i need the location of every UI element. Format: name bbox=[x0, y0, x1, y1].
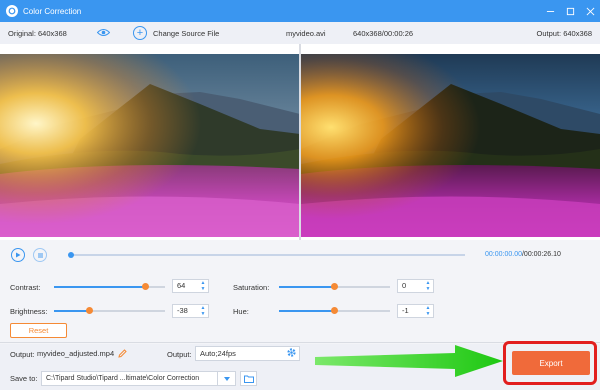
output-format-value: Auto;24fps bbox=[200, 349, 236, 358]
timeline-thumb[interactable] bbox=[68, 252, 74, 258]
preview-area bbox=[0, 44, 600, 240]
save-to-label: Save to: bbox=[10, 374, 38, 383]
brightness-stepper[interactable]: ▲ ▼ bbox=[199, 305, 207, 317]
contrast-value: 64 bbox=[177, 281, 186, 290]
hue-label: Hue: bbox=[233, 307, 249, 316]
output-format-field[interactable]: Auto;24fps bbox=[195, 346, 300, 361]
format-label: Output: bbox=[167, 350, 192, 359]
contrast-slider[interactable] bbox=[54, 283, 165, 290]
caret-down-icon: ▼ bbox=[200, 311, 206, 317]
hue-slider[interactable] bbox=[279, 307, 390, 314]
output-preview bbox=[301, 54, 600, 237]
hue-fill bbox=[279, 310, 335, 312]
saturation-label: Saturation: bbox=[233, 283, 270, 292]
saturation-stepper[interactable]: ▲ ▼ bbox=[424, 280, 432, 292]
output-filename-field[interactable]: myvideo_adjusted.mp4 bbox=[37, 349, 117, 361]
hue-knob[interactable] bbox=[331, 307, 338, 314]
contrast-fill bbox=[54, 286, 146, 288]
contrast-label: Contrast: bbox=[10, 283, 41, 292]
export-button[interactable]: Export bbox=[512, 351, 590, 375]
caret-down-icon: ▼ bbox=[425, 286, 431, 292]
brightness-input[interactable]: -38 ▲ ▼ bbox=[172, 304, 209, 318]
title-bar: Color Correction bbox=[0, 0, 600, 22]
contrast-knob[interactable] bbox=[141, 283, 149, 290]
caret-down-icon: ▼ bbox=[425, 311, 431, 317]
app-logo-icon bbox=[6, 5, 18, 17]
add-icon[interactable]: + bbox=[133, 26, 147, 40]
info-bar: Original: 640x368 + Change Source File m… bbox=[0, 22, 600, 44]
stop-icon bbox=[37, 252, 43, 258]
playback-bar: 00:00:00.00/00:00:26.10 bbox=[0, 244, 600, 266]
save-path-value: C:\Tipard Studio\Tipard ...ltimate\Color… bbox=[46, 375, 200, 382]
reset-button[interactable]: Reset bbox=[10, 323, 67, 338]
play-icon bbox=[16, 252, 21, 258]
change-source-button[interactable]: Change Source File bbox=[153, 29, 219, 38]
maximize-icon[interactable] bbox=[560, 0, 580, 22]
annotation-arrow-icon bbox=[315, 345, 503, 377]
brightness-value: -38 bbox=[177, 306, 188, 315]
play-button[interactable] bbox=[11, 248, 25, 262]
brightness-knob[interactable] bbox=[86, 307, 94, 314]
save-path-field[interactable]: C:\Tipard Studio\Tipard ...ltimate\Color… bbox=[41, 371, 236, 386]
source-filename: myvideo.avi bbox=[286, 28, 326, 38]
original-preview bbox=[0, 54, 300, 237]
saturation-slider[interactable] bbox=[279, 283, 390, 290]
brightness-slider[interactable] bbox=[54, 307, 165, 314]
saturation-input[interactable]: 0 ▲ ▼ bbox=[397, 279, 434, 293]
output-size: Output: 640x368 bbox=[536, 28, 592, 38]
eye-icon[interactable] bbox=[96, 28, 111, 39]
output-label: Output: bbox=[10, 350, 35, 359]
close-icon[interactable] bbox=[580, 0, 600, 22]
saturation-fill bbox=[279, 286, 335, 288]
folder-icon[interactable] bbox=[240, 371, 257, 386]
total-time: /00:00:26.10 bbox=[521, 251, 561, 258]
hue-value: -1 bbox=[402, 306, 409, 315]
chevron-down-icon[interactable] bbox=[217, 371, 236, 386]
saturation-value: 0 bbox=[402, 281, 407, 290]
hue-stepper[interactable]: ▲ ▼ bbox=[424, 305, 432, 317]
gear-icon[interactable] bbox=[286, 347, 297, 360]
source-info: 640x368/00:00:26 bbox=[353, 28, 414, 38]
saturation-knob[interactable] bbox=[331, 283, 338, 290]
timeline-slider[interactable] bbox=[68, 252, 465, 258]
contrast-stepper[interactable]: ▲ ▼ bbox=[199, 280, 207, 292]
brightness-label: Brightness: bbox=[10, 307, 48, 316]
window-title: Color Correction bbox=[23, 6, 82, 16]
hue-input[interactable]: -1 ▲ ▼ bbox=[397, 304, 434, 318]
current-time: 00:00:00.00 bbox=[485, 251, 522, 258]
brightness-fill bbox=[54, 310, 90, 312]
contrast-input[interactable]: 64 ▲ ▼ bbox=[172, 279, 209, 293]
edit-icon[interactable] bbox=[118, 349, 127, 360]
stop-button[interactable] bbox=[33, 248, 47, 262]
caret-down-icon: ▼ bbox=[200, 286, 206, 292]
time-display: 00:00:00.00/00:00:26.10 bbox=[485, 251, 561, 258]
minimize-icon[interactable] bbox=[540, 0, 560, 22]
original-size: Original: 640x368 bbox=[8, 28, 67, 38]
